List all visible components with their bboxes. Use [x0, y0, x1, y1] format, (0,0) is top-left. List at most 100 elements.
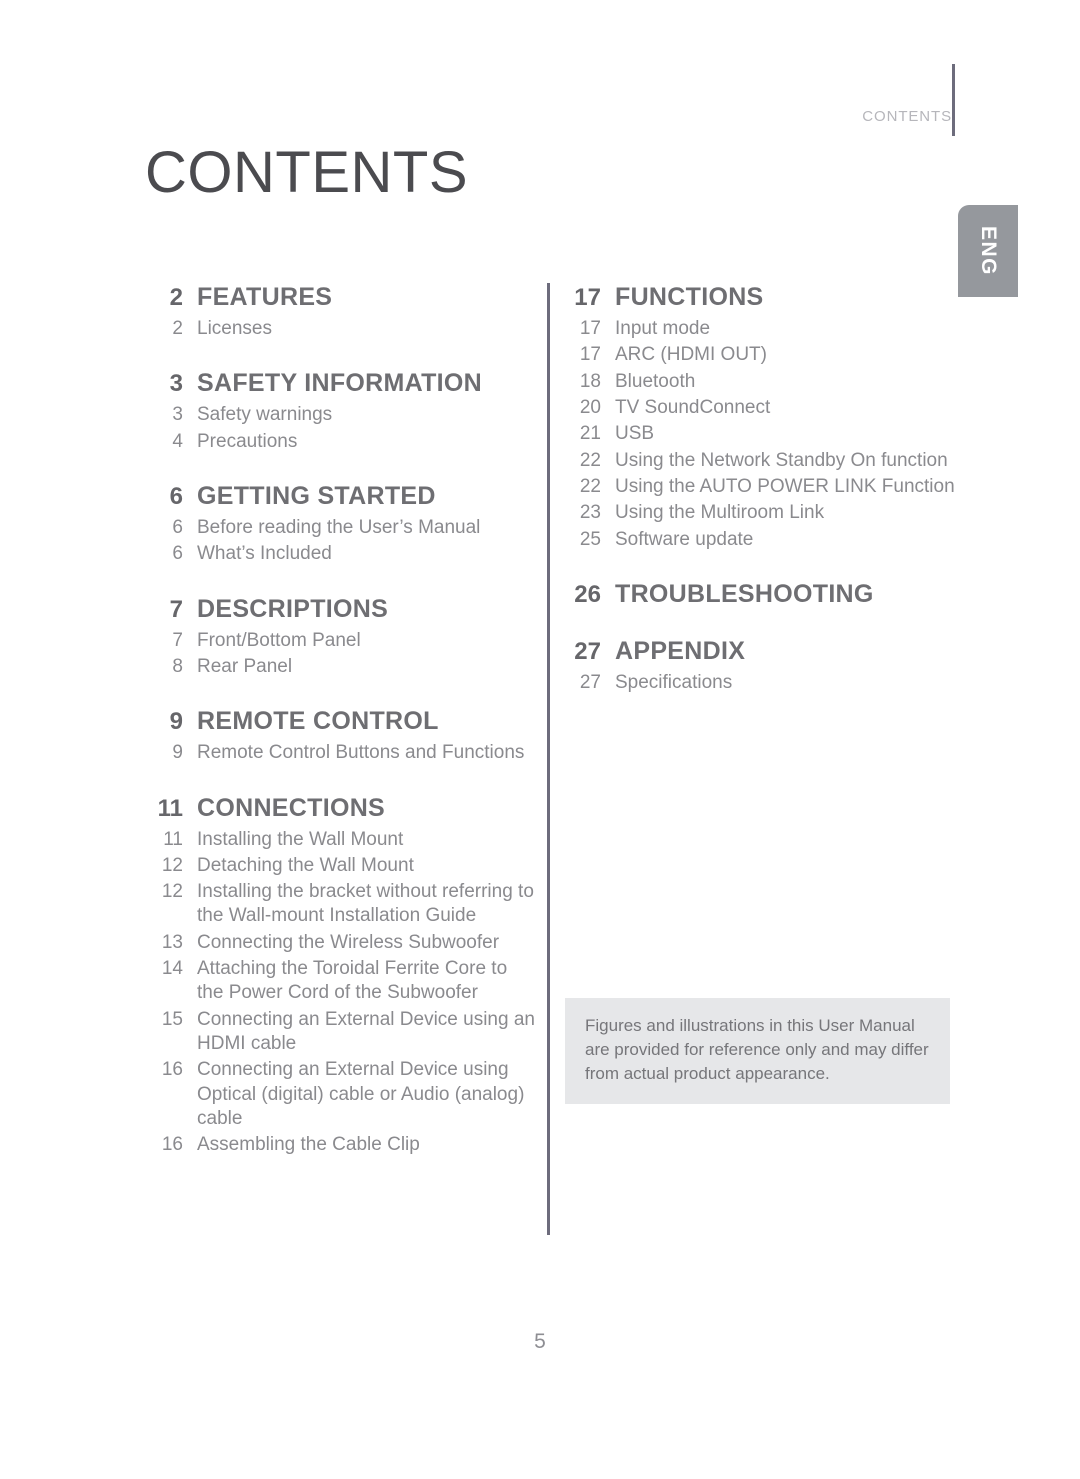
toc-entry-page-number: 11	[163, 828, 183, 850]
toc-entry-label: Licenses	[197, 318, 272, 339]
toc-section-title: REMOTE CONTROL	[197, 707, 439, 736]
toc-entry-label: Using the Network Standby On function	[615, 449, 948, 471]
toc-entry-page-number: 18	[579, 370, 601, 392]
toc-entry[interactable]: 22 Using the Network Standby On function	[563, 449, 963, 473]
toc-entry[interactable]: 7 Front/Bottom Panel	[145, 629, 535, 653]
toc-entry-page-number: 7	[172, 629, 183, 651]
toc-entry-page-number: 4	[172, 430, 183, 452]
footer-page-number: 5	[534, 1330, 546, 1353]
toc-entry[interactable]: 6 What’s Included	[145, 542, 535, 566]
toc-entry-label: Installing the bracket without referring…	[197, 881, 534, 927]
toc-section-heading[interactable]: 27 APPENDIX	[563, 637, 963, 666]
toc-entry-label: Specifications	[615, 671, 733, 693]
toc-entry-label: Precautions	[197, 430, 298, 452]
toc-section-heading[interactable]: 9 REMOTE CONTROL	[145, 707, 535, 736]
toc-entry-page-number: 8	[172, 655, 183, 677]
toc-entry[interactable]: 16 Assembling the Cable Clip	[145, 1133, 535, 1157]
toc-entry-page-number: 15	[161, 1008, 183, 1030]
toc-entry[interactable]: 9 Remote Control Buttons and Functions	[145, 741, 535, 765]
toc-entry[interactable]: 3 Safety warnings	[145, 403, 535, 427]
toc-entry[interactable]: 14 Attaching the Toroidal Ferrite Core to…	[145, 957, 535, 1006]
toc-section: 6 GETTING STARTED 6 Before reading the User…	[145, 482, 535, 567]
toc-entry-page-number: 16	[161, 1059, 183, 1081]
toc-section-heading[interactable]: 3 SAFETY INFORMATION	[145, 369, 535, 398]
toc-entry-page-number: 25	[579, 528, 601, 550]
toc-entry[interactable]: 12 Installing the bracket without referri…	[145, 880, 535, 929]
toc-column-left: 2 FEATURES 2 Licenses 3 SAFETY INFORMATION 3 Sa…	[145, 283, 535, 1158]
toc-section: 2 FEATURES 2 Licenses	[145, 283, 535, 341]
toc-section-page-number: 17	[574, 284, 601, 311]
toc-entry-label: Connecting an External Device using an H…	[197, 1008, 535, 1054]
toc-section-title: FEATURES	[197, 283, 333, 311]
toc-entry[interactable]: 17 ARC (HDMI OUT)	[563, 343, 963, 367]
toc-entry-page-number: 17	[579, 344, 601, 366]
toc-section-heading[interactable]: 17 FUNCTIONS	[563, 283, 963, 312]
toc-section-title: FUNCTIONS	[615, 283, 764, 311]
toc-entry-page-number: 3	[172, 404, 183, 426]
toc-entry[interactable]: 6 Before reading the User’s Manual	[145, 516, 535, 540]
toc-entry-label: Assembling the Cable Clip	[197, 1134, 420, 1156]
toc-section-title: TROUBLESHOOTING	[615, 579, 874, 608]
toc-section-page-number: 27	[574, 637, 601, 665]
toc-entry-label: ARC (HDMI OUT)	[615, 344, 767, 366]
header-vertical-rule	[952, 64, 955, 136]
toc-entry[interactable]: 25 Software update	[563, 528, 963, 552]
toc-entry-label: USB	[615, 423, 655, 445]
toc-entry-page-number: 9	[172, 742, 183, 764]
toc-entry[interactable]: 20 TV SoundConnect	[563, 396, 963, 420]
toc-section-title: SAFETY INFORMATION	[197, 369, 483, 398]
toc-section-page-number: 11	[157, 794, 183, 822]
toc-section: 26 TROUBLESHOOTING	[563, 580, 963, 609]
toc-entry[interactable]: 16 Connecting an External Device using Op…	[145, 1058, 535, 1131]
toc-section-page-number: 9	[169, 708, 183, 736]
toc-entry-page-number: 21	[579, 423, 601, 445]
toc-section-page-number: 2	[169, 284, 183, 311]
toc-entry[interactable]: 2 Licenses	[145, 317, 535, 341]
toc-section-title: CONNECTIONS	[197, 793, 386, 822]
toc-section-page-number: 6	[169, 482, 183, 510]
toc-section-heading[interactable]: 6 GETTING STARTED	[145, 482, 535, 511]
toc-entry-page-number: 2	[172, 318, 183, 339]
toc-column-right: 17 FUNCTIONS 17 Input mode 17 ARC (HDMI OUT) 1…	[563, 283, 963, 695]
toc-entry-label: Input mode	[615, 318, 711, 339]
toc-entry[interactable]: 21 USB	[563, 422, 963, 446]
toc-entry[interactable]: 12 Detaching the Wall Mount	[145, 854, 535, 878]
toc-section-heading[interactable]: 7 DESCRIPTIONS	[145, 595, 535, 624]
toc-entry-page-number: 12	[161, 854, 183, 876]
reference-note-text: Figures and illustrations in this User M…	[585, 1016, 929, 1084]
toc-section-heading[interactable]: 26 TROUBLESHOOTING	[563, 580, 963, 609]
toc-entry[interactable]: 13 Connecting the Wireless Subwoofer	[145, 931, 535, 955]
toc-entry[interactable]: 27 Specifications	[563, 671, 963, 695]
toc-entry-page-number: 23	[579, 502, 601, 524]
toc-entry-label: Bluetooth	[615, 370, 696, 392]
toc-entry-page-number: 6	[172, 516, 183, 538]
toc-entry[interactable]: 15 Connecting an External Device using an…	[145, 1008, 535, 1057]
toc-section-heading[interactable]: 2 FEATURES	[145, 283, 535, 312]
toc-entry-label: Front/Bottom Panel	[197, 629, 361, 651]
toc-entry-page-number: 17	[579, 318, 601, 339]
toc-entry-label: Detaching the Wall Mount	[197, 854, 414, 876]
toc-entry[interactable]: 11 Installing the Wall Mount	[145, 828, 535, 852]
toc-entry-label: Before reading the User’s Manual	[197, 516, 481, 538]
language-tab-label: ENG	[977, 225, 1000, 277]
toc-entry[interactable]: 4 Precautions	[145, 430, 535, 454]
toc-section: 7 DESCRIPTIONS 7 Front/Bottom Panel 8 Rear Pa…	[145, 595, 535, 680]
toc-entry-label: Safety warnings	[197, 404, 333, 426]
toc-section: 27 APPENDIX 27 Specifications	[563, 637, 963, 695]
toc-entry-label: What’s Included	[197, 543, 332, 565]
toc-entry[interactable]: 22 Using the AUTO POWER LINK Function	[563, 475, 963, 499]
toc-entry-page-number: 22	[579, 475, 601, 497]
toc-entry-page-number: 27	[579, 671, 601, 693]
toc-entry[interactable]: 23 Using the Multiroom Link	[563, 501, 963, 525]
toc-section-page-number: 7	[169, 595, 183, 623]
toc-entry-page-number: 14	[161, 958, 183, 980]
toc-section: 17 FUNCTIONS 17 Input mode 17 ARC (HDMI OUT) 1…	[563, 283, 963, 552]
toc-entry[interactable]: 8 Rear Panel	[145, 655, 535, 679]
toc-entry[interactable]: 17 Input mode	[563, 317, 963, 341]
toc-section-heading[interactable]: 11 CONNECTIONS	[145, 794, 535, 823]
toc-section: 11 CONNECTIONS 11 Installing the Wall Mount…	[145, 794, 535, 1158]
toc-entry-page-number: 12	[161, 881, 183, 903]
toc-section: 9 REMOTE CONTROL 9 Remote Control Buttons a…	[145, 707, 535, 765]
toc-entry-label: Connecting the Wireless Subwoofer	[197, 931, 500, 953]
toc-entry[interactable]: 18 Bluetooth	[563, 370, 963, 394]
